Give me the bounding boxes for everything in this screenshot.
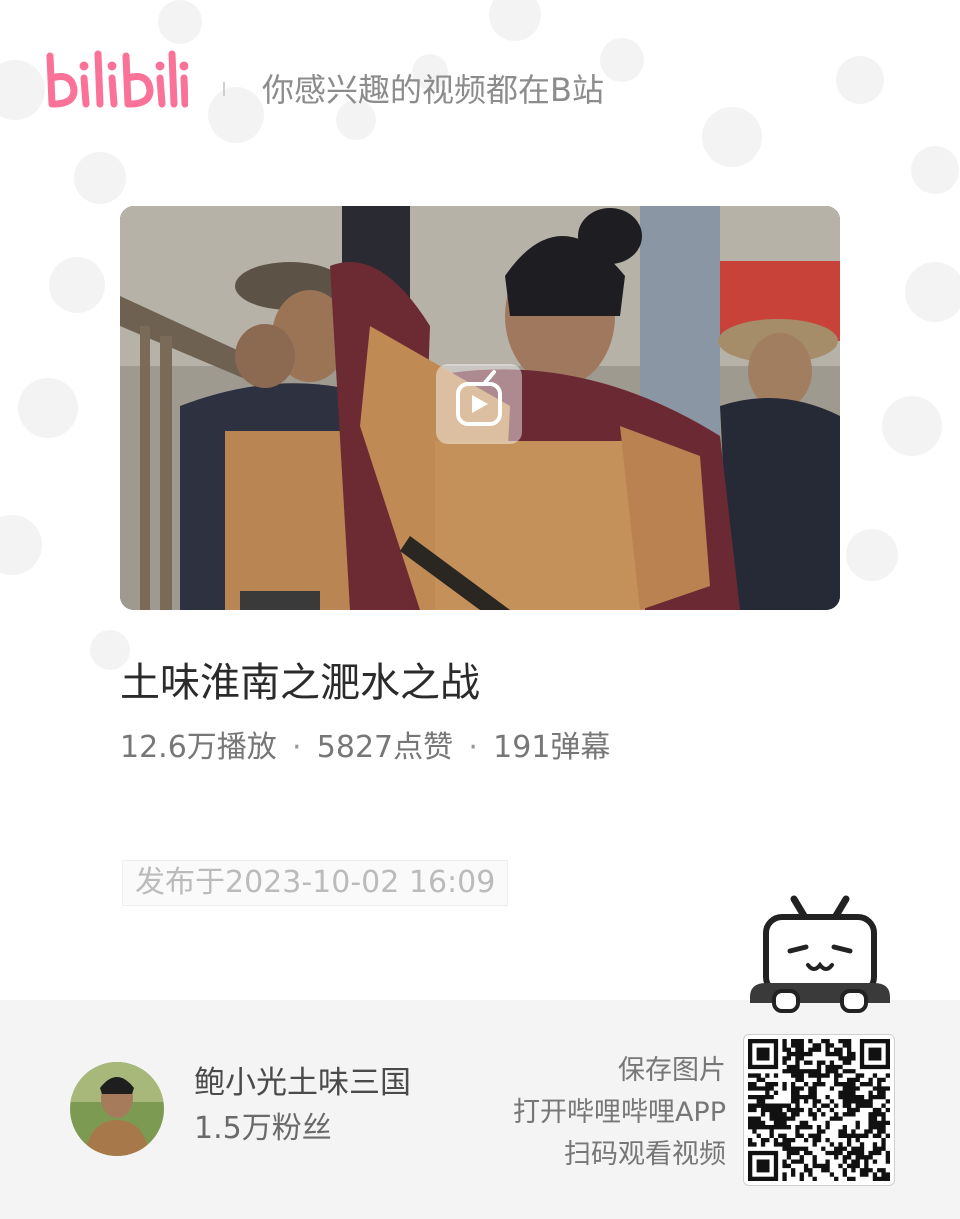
- avatar-image: [70, 1062, 164, 1156]
- qr-finder-pattern: [748, 1150, 779, 1181]
- cta-scan-code: 扫码观看视频: [564, 1139, 726, 1170]
- uploader-name[interactable]: 鲍小光土味三国: [194, 1063, 411, 1103]
- header-divider: [223, 82, 225, 96]
- stat-separator: ·: [292, 730, 302, 765]
- publish-time: 发布于2023-10-02 16:09: [122, 860, 509, 906]
- bilibili-logo[interactable]: bilibili: [44, 48, 188, 112]
- danmaku-count: 191弹幕: [493, 730, 611, 765]
- logo-text: bilibili: [44, 48, 48, 49]
- qr-finder-pattern: [859, 1039, 890, 1070]
- play-count: 12.6万播放: [120, 730, 277, 765]
- video-title: 土味淮南之淝水之战: [120, 660, 480, 706]
- play-icon: [456, 370, 502, 426]
- uploader-fans: 1.5万粉丝: [194, 1111, 332, 1146]
- video-stats: 12.6万播放 · 5827点赞 · 191弹幕: [120, 729, 610, 767]
- qr-code-icon: [748, 1039, 890, 1181]
- qr-code[interactable]: [743, 1034, 895, 1186]
- uploader-avatar[interactable]: [70, 1062, 164, 1156]
- tv-mascot-icon: [750, 895, 890, 1013]
- play-badge[interactable]: [436, 364, 522, 444]
- slogan: 你感兴趣的视频都在B站: [262, 71, 604, 109]
- cta-save-image: 保存图片: [618, 1055, 726, 1086]
- like-count: 5827点赞: [316, 730, 454, 765]
- cta-text: 保存图片 打开哔哩哔哩APP 扫码观看视频: [513, 1050, 726, 1176]
- cta-open-app: 打开哔哩哔哩APP: [512, 1097, 726, 1128]
- qr-finder-pattern: [748, 1039, 779, 1070]
- video-cover[interactable]: [120, 206, 840, 610]
- stat-separator: ·: [468, 730, 478, 765]
